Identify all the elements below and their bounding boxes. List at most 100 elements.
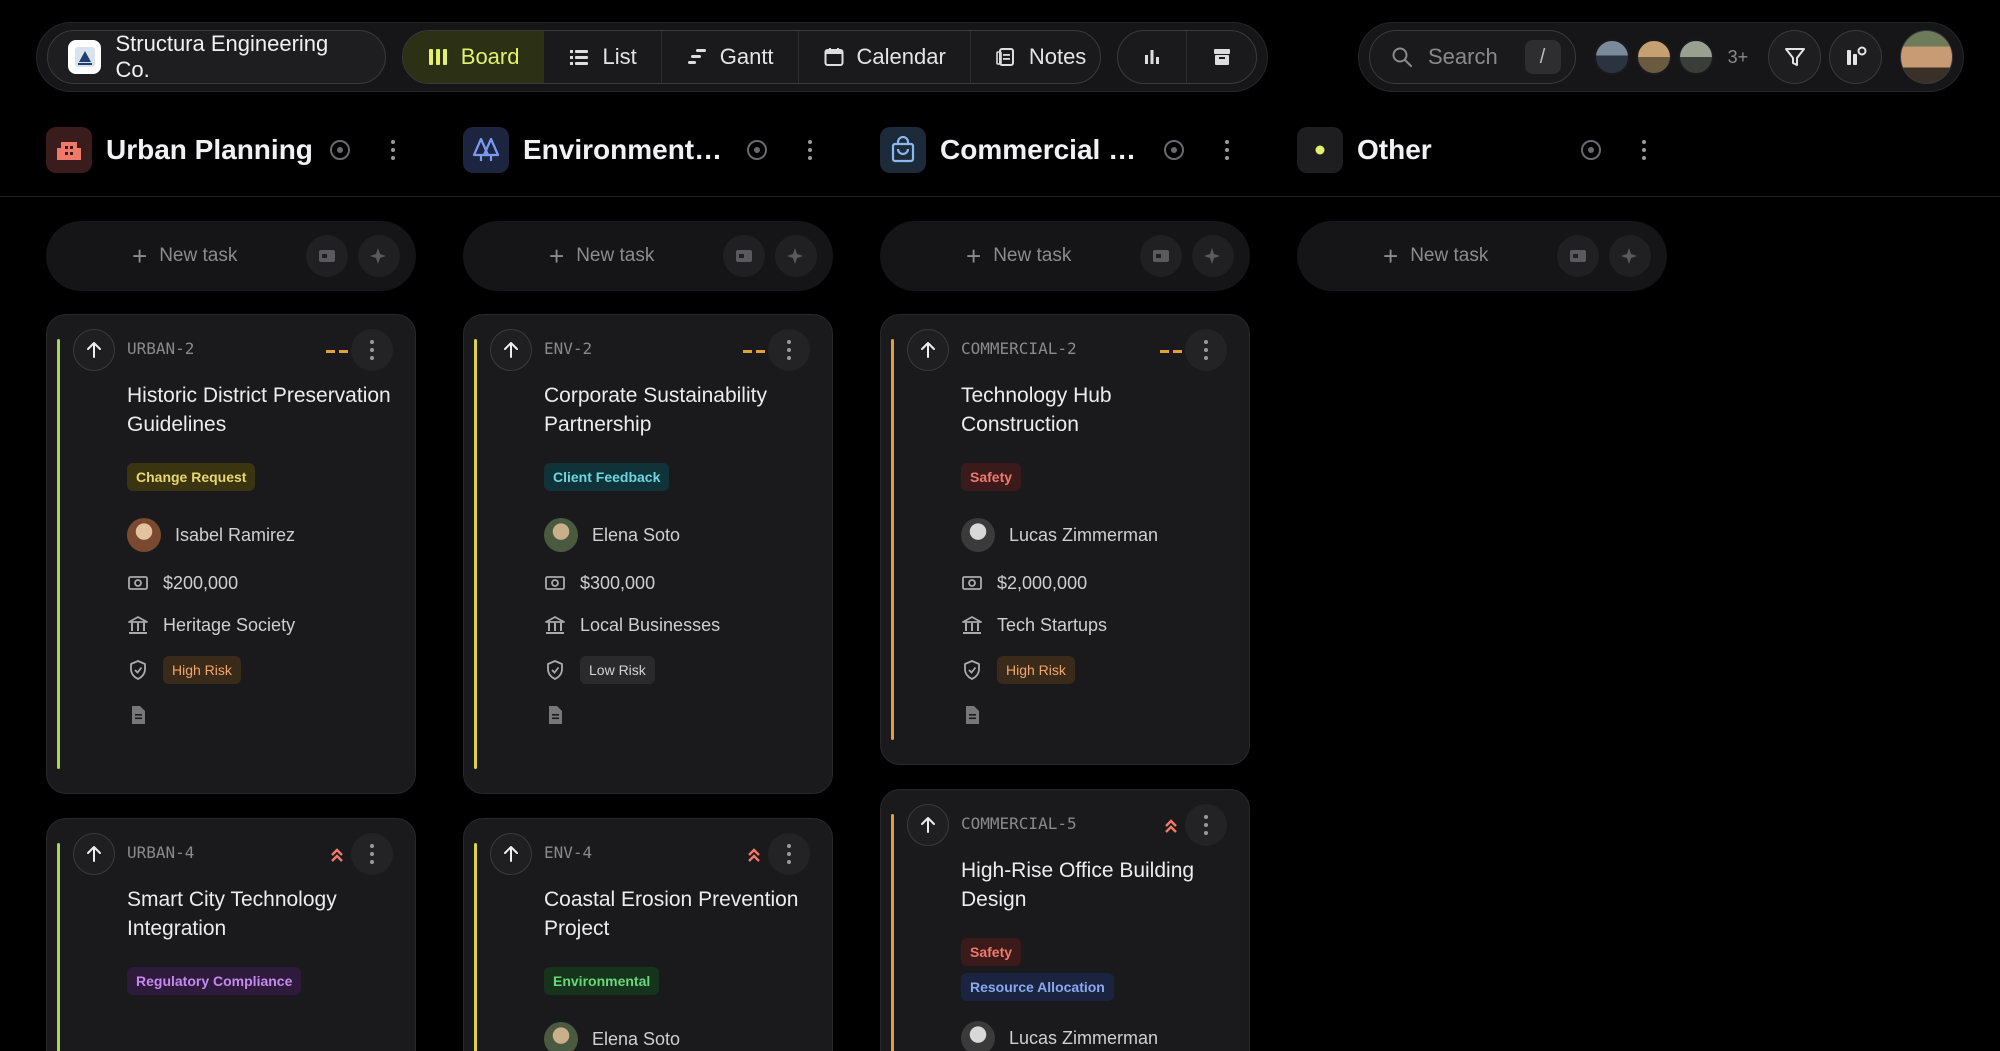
board-settings-button[interactable] [1829,30,1883,84]
move-up-button[interactable] [490,833,532,875]
ai-generate-button[interactable] [775,235,817,277]
card-menu-button[interactable] [351,329,393,371]
task-card-env-2[interactable]: ENV-2 Corporate Sustainability Partnersh… [463,314,833,794]
card-menu-button[interactable] [768,833,810,875]
avatar [1635,39,1672,75]
view-tab-gantt[interactable]: Gantt [662,31,799,83]
arrow-up-icon [921,817,935,833]
assignee-name: Lucas Zimmerman [1009,524,1159,545]
kebab-icon [368,844,376,864]
task-card-urban-2[interactable]: URBAN-2 Historic District Preservation G… [46,314,416,794]
new-task-label: New task [159,245,238,266]
column-watch-toggle[interactable] [330,140,350,160]
header-divider [0,196,2000,197]
new-task-button[interactable]: + New task [1383,243,1488,269]
new-task-button[interactable]: + New task [966,243,1071,269]
new-task-label: New task [1410,245,1489,266]
task-card-env-4[interactable]: ENV-4 Coastal Erosion Prevention Project… [463,818,833,1051]
card-menu-button[interactable] [351,833,393,875]
assignee-name: Lucas Zimmerman [1009,1027,1159,1048]
task-card-commercial-5[interactable]: COMMERCIAL-5 High-Rise Office Building D… [880,789,1250,1051]
trees-icon [463,127,509,173]
column-menu-button[interactable] [389,140,397,160]
archive-button[interactable] [1187,31,1256,83]
column-watch-toggle[interactable] [1164,140,1184,160]
ai-generate-button[interactable] [1192,235,1234,277]
view-tab-calendar[interactable]: Calendar [799,31,971,83]
filter-button[interactable] [1768,30,1822,84]
new-task-button[interactable]: + New task [132,243,237,269]
analytics-button[interactable] [1118,31,1188,83]
move-up-button[interactable] [490,329,532,371]
template-button[interactable] [306,235,348,277]
tag-change-request: Change Request [127,463,256,491]
column-menu-button[interactable] [1223,140,1231,160]
task-card-urban-4[interactable]: URBAN-4 Smart City Technology Integratio… [46,818,416,1051]
tag-safety: Safety [961,463,1022,491]
institution-icon [545,616,565,634]
view-tab-notes[interactable]: Notes [971,31,1100,83]
assignee-name: Elena Soto [592,1028,681,1049]
ai-generate-button[interactable] [1609,235,1651,277]
task-card-commercial-2[interactable]: COMMERCIAL-2 Technology Hub Construction… [880,314,1250,765]
view-tab-board[interactable]: Board [402,31,545,83]
task-title: Smart City Technology Integration [127,888,337,940]
card-accent [891,814,894,1051]
client-row: Heritage Society [127,614,395,636]
column-title: Other [1357,134,1432,165]
workspace-switcher[interactable]: Structura Engineering Co. [47,30,386,84]
attachment-row [127,704,395,726]
board-settings-icon [1846,46,1867,65]
priority-medium-icon [743,350,765,353]
client-name: Local Businesses [580,614,721,635]
template-button[interactable] [1557,235,1599,277]
view-tab-list[interactable]: List [544,31,662,83]
task-title: Coastal Erosion Prevention Project [544,888,799,940]
column-header-other: Other [1297,126,1667,174]
top-toolbar: Structura Engineering Co. Board List Gan… [36,22,1268,92]
user-avatar[interactable] [1900,30,1953,84]
assignee-row: Isabel Ramirez [127,518,395,552]
arrow-up-icon [921,342,935,358]
member-avatars[interactable]: 3+ [1593,39,1748,75]
column-title: Urban Planning [106,134,313,165]
move-up-button[interactable] [907,804,949,846]
bar-chart-icon [1145,50,1160,64]
institution-icon [962,616,982,634]
template-button[interactable] [1140,235,1182,277]
avatar [544,518,578,552]
tag-environmental: Environmental [544,967,660,995]
document-icon [549,706,562,724]
column-header-urban-planning: Urban Planning [46,126,416,174]
client-name: Heritage Society [163,614,296,635]
search-icon [1392,47,1412,67]
column-menu-button[interactable] [806,140,814,160]
card-menu-button[interactable] [768,329,810,371]
search-box[interactable]: Search / [1369,30,1576,84]
template-icon [736,250,752,262]
task-title: Technology Hub Construction [961,384,1112,436]
template-icon [319,250,335,262]
card-body: Technology Hub Construction Safety Lucas… [961,381,1229,726]
filter-icon [1784,48,1805,66]
tag-resource-allocation: Resource Allocation [961,973,1114,1001]
card-menu-button[interactable] [1185,329,1227,371]
column-watch-toggle[interactable] [1581,140,1601,160]
template-button[interactable] [723,235,765,277]
column-menu-button[interactable] [1640,140,1648,160]
ai-generate-button[interactable] [358,235,400,277]
avatar [127,518,161,552]
risk-row: High Risk [127,656,395,684]
new-task-button[interactable]: + New task [549,243,654,269]
attachment-row [544,704,812,726]
column-watch-toggle[interactable] [747,140,767,160]
money-icon [962,576,982,590]
move-up-button[interactable] [907,329,949,371]
move-up-button[interactable] [73,329,115,371]
risk-row: High Risk [961,656,1229,684]
budget-value: $2,000,000 [997,572,1088,593]
assignee-row: Elena Soto [544,1022,812,1051]
card-menu-button[interactable] [1185,804,1227,846]
move-up-button[interactable] [73,833,115,875]
column-title: Commercial D... [940,134,1150,165]
